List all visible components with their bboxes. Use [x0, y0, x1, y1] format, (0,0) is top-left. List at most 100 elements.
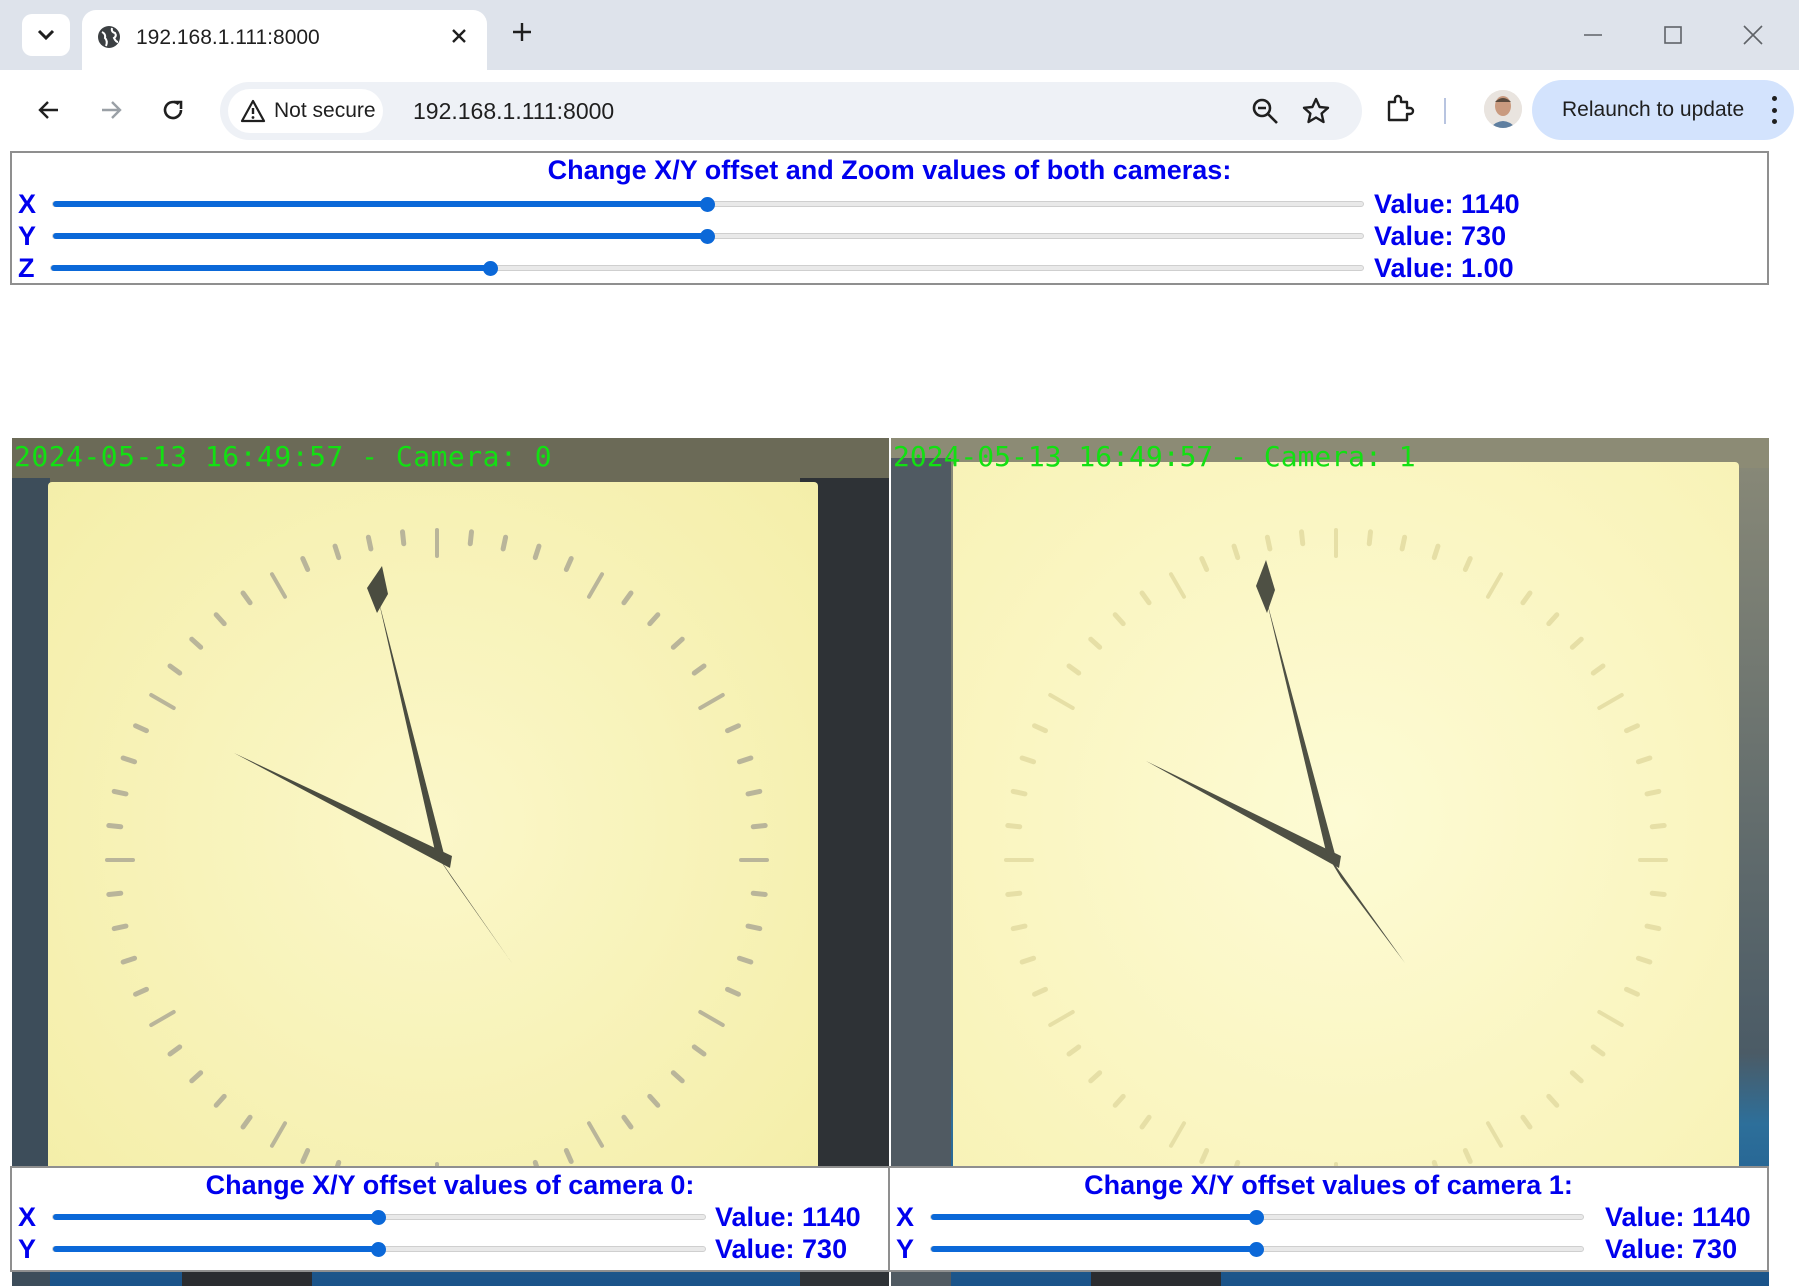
security-label: Not secure [274, 99, 376, 122]
dial-tick [1644, 923, 1662, 932]
slider-fill [53, 233, 708, 239]
close-icon [1743, 25, 1763, 45]
slider-thumb[interactable] [1249, 1242, 1264, 1257]
slider-thumb[interactable] [482, 261, 498, 276]
dial-tick [120, 755, 138, 765]
new-tab-button[interactable] [506, 16, 538, 48]
dial-tick [745, 788, 763, 797]
forward-button[interactable] [91, 90, 131, 130]
dial-tick [332, 543, 342, 561]
dial-tick [745, 923, 763, 932]
dial-tick [106, 823, 124, 830]
page-content: Change X/Y offset and Zoom values of bot… [10, 150, 1799, 1286]
window-close-button[interactable] [1736, 18, 1770, 52]
dial-tick [111, 923, 129, 932]
relaunch-button[interactable]: Relaunch to update [1532, 80, 1794, 140]
camera-1-x-value: Value: 1140 [1605, 1202, 1751, 1232]
slider-x-label: X [896, 1202, 915, 1232]
camera-0-overlay: 2024-05-13 16:49:57 - Camera: 0 [14, 440, 552, 473]
slider-y-label: Y [18, 221, 37, 251]
global-panel-title: Change X/Y offset and Zoom values of bot… [547, 155, 1232, 185]
security-chip[interactable]: Not secure [228, 89, 383, 133]
zoom-button[interactable] [1249, 95, 1281, 127]
dial-tick [1264, 534, 1273, 552]
camera-1-y-track[interactable] [930, 1242, 1584, 1257]
dial-tick [1649, 890, 1667, 897]
dial-tick [1019, 755, 1037, 765]
reload-icon [163, 100, 183, 120]
slider-fill [51, 265, 491, 271]
dial-tick [1649, 823, 1667, 830]
dial-tick [1635, 755, 1653, 765]
dial-tick [736, 755, 754, 765]
dial-tick [736, 955, 754, 965]
address-bar[interactable]: Not secure 192.168.1.111:8000 [220, 82, 1362, 140]
warning-icon [240, 99, 266, 123]
dial-tick [1005, 890, 1023, 897]
slider-x-label: X [18, 1202, 37, 1232]
minimize-icon [1584, 34, 1602, 36]
dial-tick [1399, 534, 1408, 552]
camera-0-x-track[interactable] [52, 1210, 706, 1225]
browser-toolbar: Not secure 192.168.1.111:8000 Relaunch t… [10, 70, 1799, 150]
slider-z-label: Z [18, 253, 35, 283]
dial-tick [1010, 923, 1028, 932]
slider-fill [931, 1214, 1257, 1220]
chevron-down-icon [37, 29, 55, 41]
global-slider-y: Y Value: 730 [12, 221, 1767, 251]
camera-1-y-value: Value: 730 [1605, 1234, 1738, 1264]
active-tab[interactable]: 192.168.1.111:8000 [82, 10, 487, 70]
tab-title: 192.168.1.111:8000 [136, 26, 320, 49]
slider-thumb[interactable] [371, 1242, 386, 1257]
slider-x-label: X [18, 189, 37, 219]
slider-fill [53, 201, 708, 207]
minimize-button[interactable] [1576, 18, 1610, 52]
profile-avatar[interactable] [1484, 90, 1522, 128]
global-z-track[interactable] [50, 261, 1364, 276]
camera-1-slider-y: Y Value: 730 [890, 1234, 1767, 1264]
global-slider-z: Z Value: 1.00 [12, 253, 1767, 283]
camera-0-image: 2024-05-13 16:49:57 - Camera: 0 [12, 438, 889, 1286]
slider-thumb[interactable] [700, 197, 715, 212]
dial-tick [1231, 543, 1241, 561]
extensions-button[interactable] [1380, 88, 1420, 128]
global-slider-x: X Value: 1140 [12, 189, 1767, 219]
slider-y-label: Y [18, 1234, 37, 1264]
global-z-value: Value: 1.00 [1374, 253, 1514, 283]
global-control-panel: Change X/Y offset and Zoom values of bot… [10, 151, 1769, 285]
dial-tick [1644, 788, 1662, 797]
more-icon[interactable] [1770, 96, 1778, 124]
slider-fill [931, 1246, 1257, 1252]
reload-button[interactable] [153, 90, 193, 130]
camera-1-x-track[interactable] [930, 1210, 1584, 1225]
slider-thumb[interactable] [700, 229, 715, 244]
camera-1-overlay: 2024-05-13 16:49:57 - Camera: 1 [893, 440, 1416, 473]
global-x-value: Value: 1140 [1374, 189, 1520, 219]
tab-close-button[interactable] [445, 22, 473, 50]
camera-1-image: 2024-05-13 16:49:57 - Camera: 1 [891, 438, 1769, 1286]
avatar-icon [1484, 90, 1522, 128]
camera-0-control-panel: Change X/Y offset values of camera 0: X … [10, 1166, 890, 1272]
global-y-track[interactable] [52, 229, 1364, 244]
dial-tick [1431, 543, 1441, 561]
tab-search-button[interactable] [22, 14, 70, 56]
slider-thumb[interactable] [371, 1210, 386, 1225]
back-button[interactable] [29, 90, 69, 130]
relaunch-label: Relaunch to update [1562, 98, 1745, 121]
dial-tick [1005, 823, 1023, 830]
dial-tick [750, 890, 768, 897]
dial-tick [500, 534, 509, 552]
camera-1-panel-title: Change X/Y offset values of camera 1: [1084, 1170, 1573, 1200]
maximize-button[interactable] [1656, 18, 1690, 52]
dial-tick [1010, 788, 1028, 797]
camera-1-feed: 2024-05-13 16:49:57 - Camera: 1 [891, 438, 1769, 1286]
dial-tick [1019, 955, 1037, 965]
camera-0-y-value: Value: 730 [715, 1234, 848, 1264]
global-x-track[interactable] [52, 197, 1364, 212]
global-y-value: Value: 730 [1374, 221, 1507, 251]
camera-0-y-track[interactable] [52, 1242, 706, 1257]
bookmark-button[interactable] [1300, 95, 1332, 127]
slider-thumb[interactable] [1249, 1210, 1264, 1225]
dial-tick [750, 823, 768, 830]
camera-0-x-value: Value: 1140 [715, 1202, 861, 1232]
